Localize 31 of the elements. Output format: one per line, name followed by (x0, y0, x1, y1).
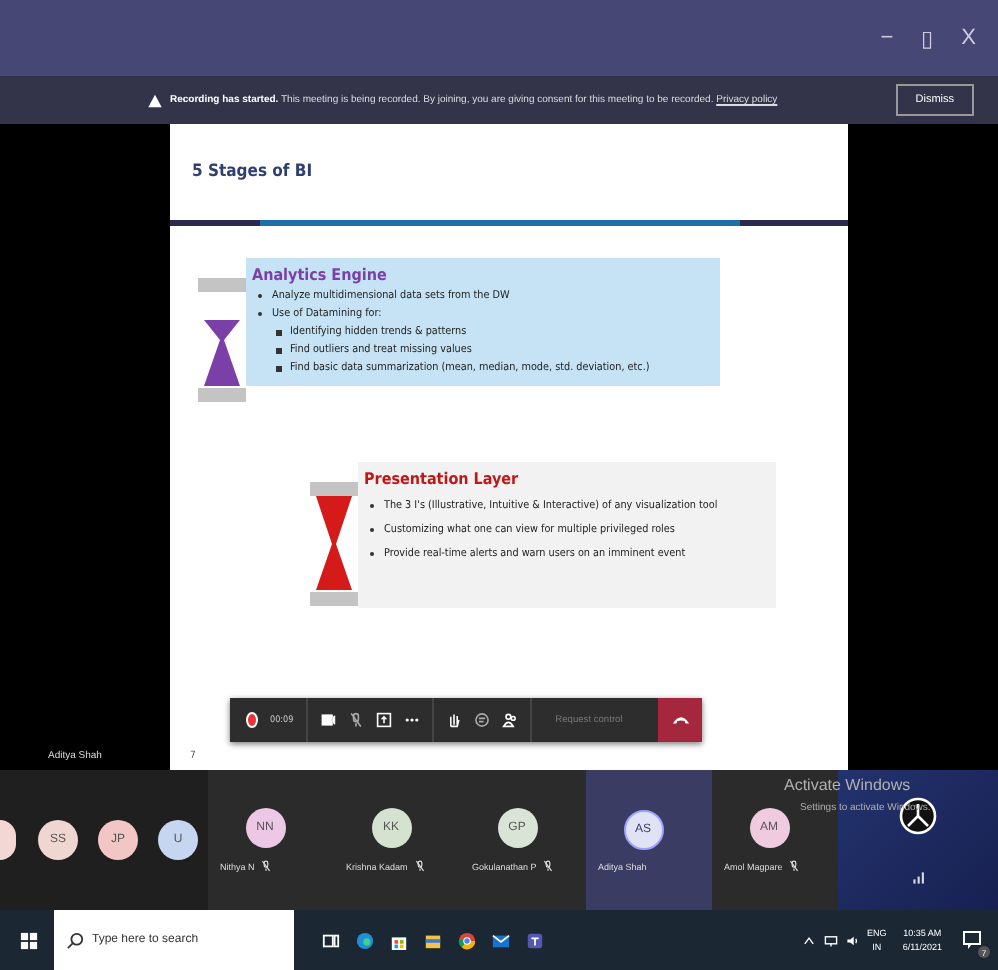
store-icon[interactable] (390, 931, 408, 949)
camera-icon[interactable] (319, 712, 336, 728)
browser-icon[interactable] (356, 931, 374, 949)
task-view-icon[interactable] (322, 931, 340, 949)
window-control-button[interactable]: ▯ (911, 21, 944, 55)
raise-hand-icon[interactable] (445, 712, 462, 728)
hang-up-button[interactable] (658, 698, 703, 742)
phone-icon (671, 714, 690, 726)
chevron-up-icon[interactable] (801, 933, 816, 947)
notification-icon (962, 930, 982, 950)
network-icon[interactable] (823, 933, 838, 947)
microphone-icon[interactable] (347, 712, 364, 728)
activation-title: Activate Windows (784, 776, 913, 794)
signal-icon (911, 872, 925, 884)
section-heading: Presentation Layer (364, 470, 521, 488)
teams-icon[interactable] (526, 931, 544, 949)
section-heading: Analytics Engine (252, 266, 389, 284)
volume-icon[interactable] (845, 933, 860, 947)
people-icon[interactable] (501, 712, 518, 728)
chat-icon[interactable] (473, 712, 490, 728)
window-control-button[interactable]: − (870, 22, 904, 54)
slide-title: 5 Stages of BI (192, 162, 313, 182)
warning-icon (148, 93, 162, 107)
hourglass-icon (198, 278, 246, 402)
windows-start-icon[interactable] (20, 931, 38, 949)
hourglass-icon (310, 482, 358, 606)
folder-icon[interactable] (424, 931, 442, 949)
window-control-button[interactable]: X (951, 22, 986, 54)
chrome-icon[interactable] (458, 931, 476, 949)
share-icon[interactable] (375, 712, 392, 728)
mail-icon[interactable] (492, 931, 510, 949)
